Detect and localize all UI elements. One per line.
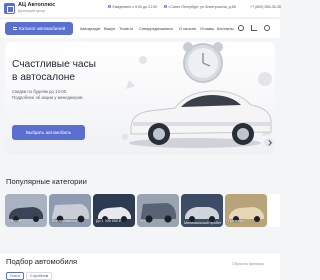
nav-link-contacts[interactable]: Контакты [217,26,234,31]
phone-text: +7 (800) 555-35-35 [250,5,281,9]
category-label: 4x4 [140,219,146,223]
category-card-low-mileage[interactable]: Минимальный пробег [181,194,223,227]
nav-link-buyout[interactable]: Выкуп [104,26,115,31]
working-hours: Ежедневно с 9:00 до 21:00 [108,5,157,9]
choose-car-button[interactable]: Выбрать автомобиль [12,125,85,140]
categories-title: Популярные категории [6,177,87,186]
address[interactable]: г.Санкт-Петербург, ул.Электросила, д.58 [164,5,236,9]
hero-illustration [122,42,272,148]
favorites-icon[interactable] [238,25,244,31]
compare-icon[interactable] [251,25,257,31]
hero-title-line-2: в автосалоне [12,71,76,83]
logo-icon[interactable] [4,3,15,14]
nav-link-trade-in[interactable]: Trade-in [119,26,133,31]
menu-icon [13,27,17,30]
hero-title-line-1: Счастливые часы [12,59,97,70]
nav-link-about[interactable]: О салоне [179,26,196,31]
top-bar: АЦ Автоплюс Дилерский центр Ежедневно с … [0,0,281,17]
category-card-sedans[interactable]: Седаны [5,194,47,227]
nav-link-reviews[interactable]: Отзывы [200,26,214,31]
nav-link-credit[interactable]: Автокредит [80,26,101,31]
phone[interactable]: +7 (800) 555-35-35 [250,5,281,9]
category-label: Премиум [228,219,244,223]
filter-chip-used[interactable]: С пробегом [26,272,53,280]
slider-next-button[interactable] [264,138,273,147]
user-icon[interactable] [264,24,270,31]
car-selection-title: Подбор автомобиля [6,257,78,266]
nav-bar: Каталог автомобилей Автокредит Выкуп Tra… [0,18,280,38]
filter-chip-new[interactable]: Новые [6,272,25,280]
category-label: Внедорожники [52,219,77,223]
brand-subtitle: Дилерский центр [18,9,45,13]
catalog-button-label: Каталог автомобилей [19,26,66,31]
hero-title: Счастливые часы в автосалоне [12,59,96,84]
hero-subtitle: Скидки по будням до 13-00. Подробнее об … [12,89,84,101]
catalog-button[interactable]: Каталог автомобилей [5,22,73,35]
hero-banner[interactable]: Счастливые часы в автосалоне Скидки по б… [5,42,275,155]
car-image [129,90,272,148]
hero-subtitle-line-2: Подробнее об акции у менеджеров. [12,95,84,100]
category-card-under-million[interactable]: До 1 000 000 ₽ [93,194,135,227]
categories-scroll-edge[interactable] [268,194,280,227]
category-card-4x4[interactable]: 4x4 [137,194,179,227]
alarm-clock-icon [183,42,223,83]
category-card-suv[interactable]: Внедорожники [49,194,91,227]
categories-row: Седаны Внедорожники До 1 000 000 ₽ 4x4 М… [5,194,280,227]
category-label: Минимальный пробег [184,220,222,225]
category-label: До 1 000 000 ₽ [96,219,122,223]
nav-link-offers[interactable]: Спецпредложения [139,26,173,31]
clock-icon [108,5,111,9]
working-hours-text: Ежедневно с 9:00 до 21:00 [112,5,158,9]
address-text: г.Санкт-Петербург, ул.Электросила, д.58 [168,5,236,9]
reset-filters-link[interactable]: Сбросить фильтры [232,262,264,266]
category-card-premium[interactable]: Премиум [225,194,267,227]
category-label: Седаны [8,219,22,223]
brand-name[interactable]: АЦ Автоплюс [18,2,55,8]
location-pin-icon [164,5,167,9]
